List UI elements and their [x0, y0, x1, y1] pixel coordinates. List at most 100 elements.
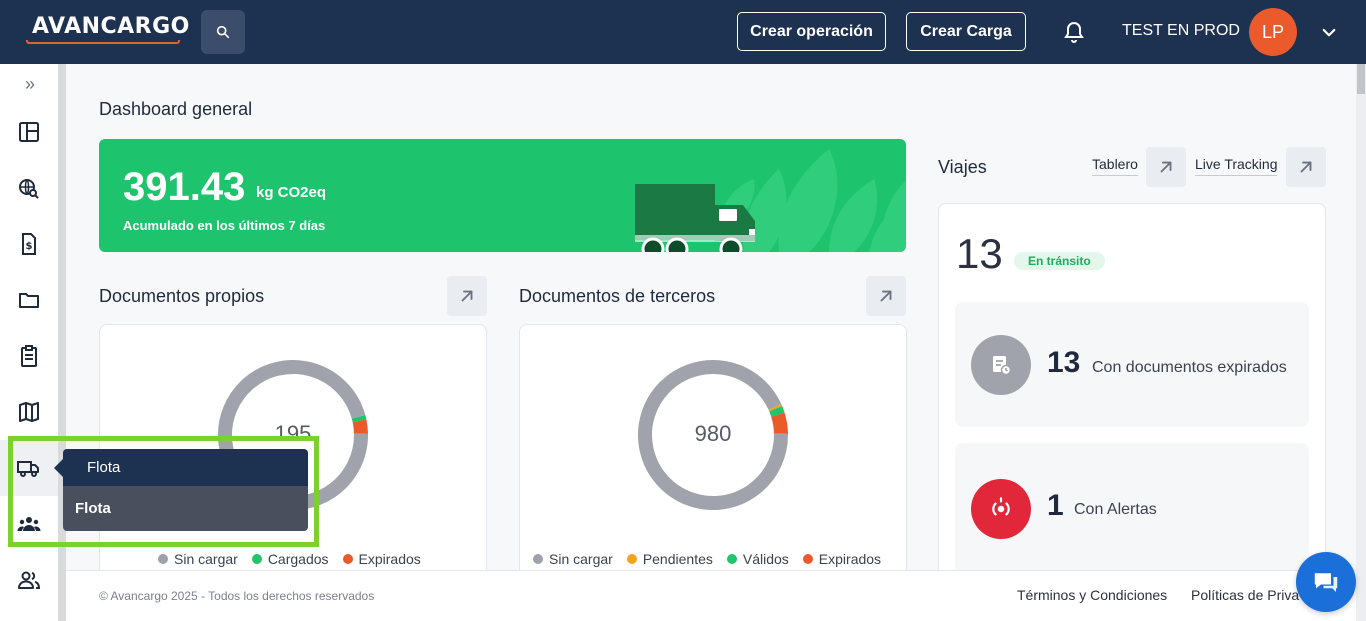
terms-link[interactable]: Términos y Condiciones: [1017, 587, 1167, 603]
clipboard-icon: [21, 345, 37, 367]
globe-search-icon: [19, 179, 39, 199]
alerts-box[interactable]: 1 Con Alertas: [955, 443, 1309, 570]
main-scrollbar-thumb[interactable]: [1357, 64, 1365, 94]
donut-slice-expirados[interactable]: [352, 419, 368, 434]
own-docs-total: 195: [274, 421, 312, 446]
third-docs-total: 980: [694, 421, 732, 446]
alerts-label: Con Alertas: [1074, 501, 1157, 518]
legend-dot: [802, 554, 813, 564]
privacy-link[interactable]: Políticas de Priva: [1191, 587, 1299, 603]
in-transit-badge: En tránsito: [1014, 252, 1105, 270]
third-docs-open-button[interactable]: [866, 276, 906, 316]
users-icon: [18, 571, 41, 589]
sidebar-item-orders[interactable]: [0, 328, 58, 384]
sidebar-scrollbar[interactable]: [58, 64, 66, 621]
sidebar-item-tracking[interactable]: [0, 160, 58, 216]
third-docs-legend: Sin cargar Pendientes Válidos Expirados: [533, 551, 881, 567]
create-load-button[interactable]: Crear Carga: [906, 12, 1026, 51]
sidebar-item-users[interactable]: [0, 552, 58, 608]
arrow-up-right-icon: [880, 290, 892, 302]
expired-docs-count: 13: [1047, 346, 1081, 379]
legend-label: Sin cargar: [174, 551, 238, 567]
legend-label: Expirados: [358, 551, 421, 567]
folder-icon: [19, 293, 39, 308]
search-icon: [216, 25, 230, 39]
donut-slice-expirados[interactable]: [771, 412, 788, 435]
svg-text:$: $: [26, 241, 33, 252]
logo-underline: [26, 40, 180, 44]
co2-value: 391.43: [123, 165, 246, 209]
main-scrollbar[interactable]: [1356, 64, 1366, 621]
alerts-count: 1: [1047, 489, 1064, 522]
legend-label: Sin cargar: [549, 551, 613, 567]
legend-item: Expirados: [802, 551, 882, 567]
username: TEST EN PROD: [1122, 22, 1240, 39]
create-operation-button[interactable]: Crear operación: [737, 12, 886, 51]
own-docs-title: Documentos propios: [99, 286, 265, 306]
live-tracking-open-button[interactable]: [1286, 147, 1326, 187]
map-icon: [19, 402, 39, 422]
chevron-down-icon[interactable]: [1320, 24, 1338, 42]
legend-label: Cargados: [267, 551, 329, 567]
expired-docs-label: Con documentos expirados: [1092, 359, 1287, 376]
expired-docs-icon-circle: [971, 335, 1031, 395]
legend-dot: [726, 554, 737, 564]
legend-item: Sin cargar: [533, 551, 613, 567]
invoice-icon: $: [22, 233, 36, 255]
legend-dot: [158, 554, 168, 564]
truck-leaves-illustration: [635, 149, 906, 252]
in-transit-count: 13: [956, 230, 1003, 277]
alert-signal-icon: [992, 497, 1010, 516]
bell-icon[interactable]: [1062, 20, 1086, 44]
legend-item: Válidos: [726, 551, 789, 567]
chat-button[interactable]: [1296, 552, 1356, 612]
co2-subtitle: Acumulado en los últimos 7 días: [123, 218, 326, 233]
sidebar-item-dashboard[interactable]: [0, 104, 58, 160]
logo-text: AVANCARGO: [32, 14, 190, 39]
truck-icon: [17, 461, 39, 477]
sidebar-item-documents[interactable]: [0, 272, 58, 328]
co2-unit: kg CO2eq: [256, 184, 327, 201]
logo[interactable]: AVANCARGO: [26, 14, 189, 46]
chat-icon: [1314, 573, 1338, 592]
arrow-up-right-icon: [461, 290, 473, 302]
dashboard-icon: [19, 122, 39, 142]
legend-item: Sin cargar: [158, 551, 238, 567]
legend-label: Pendientes: [642, 551, 713, 567]
avatar[interactable]: LP: [1249, 8, 1297, 56]
sidebar-item-billing[interactable]: $: [0, 216, 58, 272]
co2-banner: 391.43 kg CO2eq Acumulado en los últimos…: [99, 139, 906, 252]
legend-label: Expirados: [818, 551, 882, 567]
top-bar: AVANCARGO Crear operación Crear Carga TE…: [0, 0, 1366, 64]
legend-item: Pendientes: [626, 551, 713, 567]
board-link[interactable]: Tablero: [1092, 156, 1138, 176]
sidebar-item-fleet[interactable]: [0, 440, 58, 496]
legend-dot: [626, 554, 637, 564]
users-group-icon: [17, 517, 41, 531]
sidebar-item-map[interactable]: [0, 384, 58, 440]
sidebar: » $: [0, 64, 60, 621]
expired-docs-box[interactable]: 13 Con documentos expirados: [955, 302, 1309, 427]
alerts-icon-circle: [971, 479, 1031, 539]
live-tracking-link[interactable]: Live Tracking: [1195, 156, 1278, 176]
donut-slice-válidos[interactable]: [769, 406, 785, 417]
donut-slice-cargados[interactable]: [351, 414, 367, 423]
legend-dot: [251, 554, 262, 564]
page-title: Dashboard general: [99, 99, 253, 119]
legend-label: Válidos: [742, 551, 789, 567]
board-open-button[interactable]: [1146, 147, 1186, 187]
legend-dot: [342, 554, 353, 564]
copyright: © Avancargo 2025 - Todos los derechos re…: [99, 589, 375, 603]
search-button[interactable]: [201, 10, 245, 54]
footer: © Avancargo 2025 - Todos los derechos re…: [66, 570, 1356, 621]
own-docs-open-button[interactable]: [447, 276, 487, 316]
arrow-up-right-icon: [1160, 161, 1172, 173]
donut-slice-pendientes[interactable]: [768, 403, 783, 412]
expand-sidebar-icon[interactable]: »: [18, 74, 42, 94]
arrow-up-right-icon: [1300, 161, 1312, 173]
legend-dot: [533, 554, 543, 564]
legend-item: Cargados: [251, 551, 329, 567]
fleet-submenu-item[interactable]: Flota: [63, 486, 308, 531]
sidebar-item-team[interactable]: [0, 496, 58, 552]
trips-title: Viajes: [938, 157, 987, 177]
